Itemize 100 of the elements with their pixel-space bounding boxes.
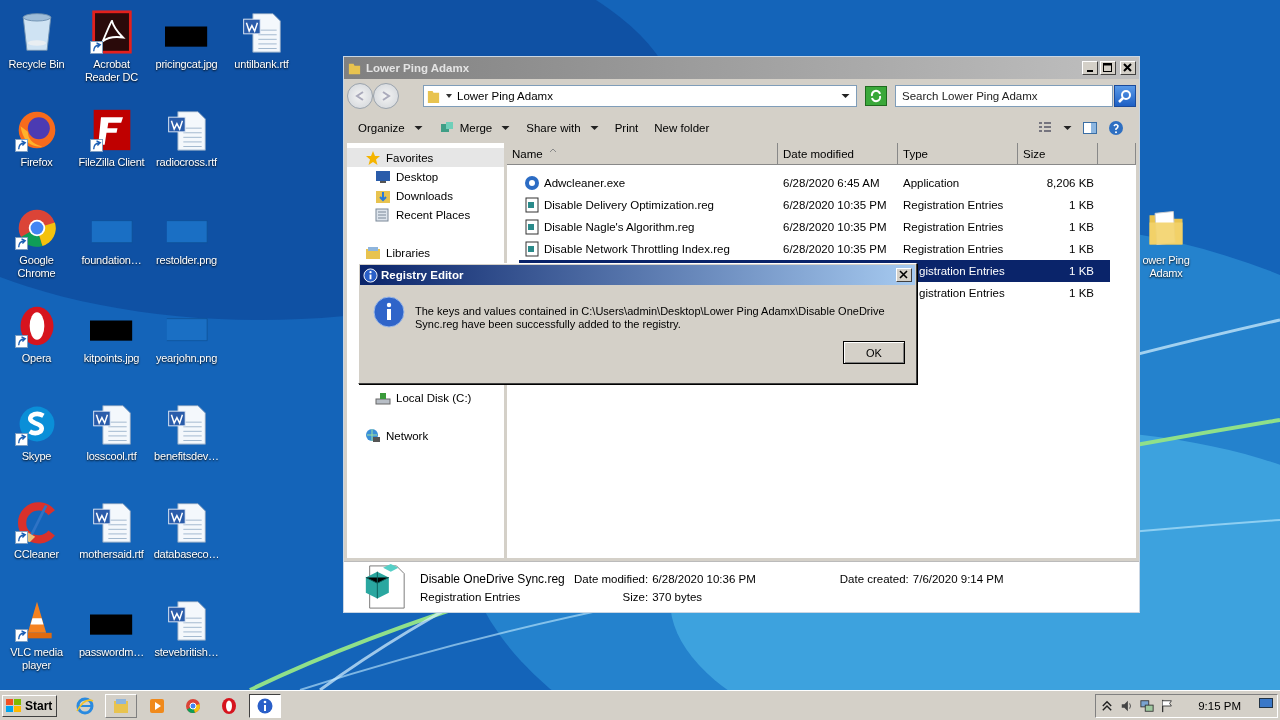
ok-button[interactable]: OK xyxy=(843,341,905,364)
toolbar-button[interactable]: Organize xyxy=(351,119,430,137)
refresh-icon xyxy=(869,89,884,103)
app-icon[interactable] xyxy=(89,10,134,54)
windows-logo-icon xyxy=(5,697,23,714)
caret-icon xyxy=(413,125,423,131)
icon-label: passwordm… xyxy=(78,646,145,659)
icon-label: pricingcat.jpg xyxy=(155,58,218,71)
app-icon xyxy=(524,175,540,191)
close-button[interactable] xyxy=(896,268,912,282)
toolbar-button[interactable]: Share with xyxy=(519,119,606,137)
close-icon xyxy=(899,270,909,280)
monitor-icon xyxy=(1259,698,1273,710)
icon-label: ower Ping Adamx xyxy=(1142,254,1190,280)
file-name: Disable Network Throttling Index.reg xyxy=(544,243,730,255)
search-icon xyxy=(1118,89,1133,103)
window-title: Registry Editor xyxy=(381,269,465,281)
column-header xyxy=(1098,143,1136,165)
toolbar-button[interactable]: New folder xyxy=(647,119,717,137)
file-row[interactable]: Adwcleaner.exe 6/28/2020 6:45 AM Application 8,206 KB xyxy=(519,172,1110,194)
icon-label: restolder.png xyxy=(156,254,217,267)
monitor-icon xyxy=(375,168,391,185)
preview-pane-icon[interactable] xyxy=(1082,120,1098,136)
icon-label: CCleaner xyxy=(14,548,59,561)
detail-value: 7/6/2020 9:14 PM xyxy=(912,572,1004,585)
registry-file-icon xyxy=(524,219,540,235)
library-icon xyxy=(365,244,381,261)
chrome-icon xyxy=(184,696,203,715)
taskbar-button[interactable] xyxy=(249,693,282,718)
icon-label: losscool.rtf xyxy=(86,450,137,463)
nav-item[interactable]: Network xyxy=(347,426,504,445)
help-icon[interactable] xyxy=(1108,120,1124,136)
icon-label: Opera xyxy=(21,352,52,365)
table-cell: gistration Entries xyxy=(919,287,1005,299)
caret-icon[interactable] xyxy=(1063,125,1072,131)
icon-label: stevebritish… xyxy=(154,646,219,659)
toolbar-button[interactable]: Print xyxy=(607,119,646,137)
search-field[interactable]: Search Lower Ping Adamx xyxy=(895,85,1114,107)
registry-file-icon xyxy=(524,197,540,213)
chevron-up-icon[interactable] xyxy=(1100,698,1115,713)
nav-item[interactable]: Recent Places xyxy=(347,205,504,224)
table-cell: Registration Entries xyxy=(903,243,1004,255)
registry-file-icon xyxy=(524,241,540,257)
nav-item[interactable]: Libraries xyxy=(347,243,504,262)
file-row[interactable]: Disable Nagle's Algorithm.reg 6/28/2020 10:35 PM Registration Entries 1 KB xyxy=(519,216,1110,238)
close-icon xyxy=(1123,63,1133,73)
icon-label: Firefox xyxy=(20,156,53,169)
file-type: Registration Entries xyxy=(420,590,522,603)
icon-label: VLC media player xyxy=(9,646,64,672)
nav-item[interactable]: Downloads xyxy=(347,186,504,205)
table-cell: gistration Entries xyxy=(919,265,1005,277)
nav-item[interactable]: Local Disk (C:) xyxy=(347,388,504,407)
sort-caret-icon xyxy=(548,148,557,153)
start-button[interactable]: Start xyxy=(2,694,58,717)
file-row[interactable]: Disable Network Throttling Index.reg 6/28/2020 10:35 PM Registration Entries 1 KB xyxy=(519,238,1110,260)
table-cell: 1 KB xyxy=(1069,243,1094,255)
dropdown-icon[interactable] xyxy=(841,93,851,99)
column-header[interactable]: Name xyxy=(507,143,778,165)
file-name: Disable Nagle's Algorithm.reg xyxy=(544,221,695,233)
table-cell: 1 KB xyxy=(1069,265,1094,277)
table-cell: 1 KB xyxy=(1069,287,1094,299)
detail-value: 370 bytes xyxy=(652,590,704,603)
table-cell: 1 KB xyxy=(1069,199,1094,211)
caret-icon xyxy=(589,125,599,131)
detail-label: Size: xyxy=(621,590,649,603)
folder-icon xyxy=(112,696,131,715)
table-cell: Registration Entries xyxy=(903,221,1004,233)
refresh-button[interactable] xyxy=(865,86,887,106)
table-cell: 6/28/2020 10:35 PM xyxy=(783,243,887,255)
search-button[interactable] xyxy=(1114,85,1136,107)
info-icon xyxy=(363,267,378,283)
column-header[interactable]: Date modified xyxy=(778,143,898,165)
opera-icon xyxy=(220,696,239,715)
icon-label: Google Chrome xyxy=(16,254,57,280)
recent-places-icon xyxy=(375,206,391,223)
caret-icon xyxy=(446,93,452,99)
column-header[interactable]: Type xyxy=(898,143,1018,165)
file-name: Adwcleaner.exe xyxy=(544,177,626,189)
table-cell: 6/28/2020 10:35 PM xyxy=(783,221,887,233)
detail-label: Date created: xyxy=(838,572,909,585)
icon-label: yearjohn.png xyxy=(155,352,218,365)
network-icon[interactable] xyxy=(1140,698,1155,713)
icon-label: Skype xyxy=(21,450,52,463)
detail-label: Date modified: xyxy=(574,572,649,585)
window-title: Lower Ping Adamx xyxy=(366,62,471,74)
icon-label: untilbank.rtf xyxy=(234,58,289,71)
detail-value: 6/28/2020 10:36 PM xyxy=(652,572,756,585)
folder-icon xyxy=(426,88,441,104)
table-cell: 6/28/2020 6:45 AM xyxy=(783,177,880,189)
info-icon xyxy=(373,296,405,328)
caret-icon xyxy=(501,125,511,131)
nav-item[interactable]: Desktop xyxy=(347,167,504,186)
toolbar-button[interactable]: Merge xyxy=(431,117,518,139)
flag-icon[interactable] xyxy=(1160,698,1175,713)
address-bar[interactable]: Lower Ping Adamx xyxy=(423,85,858,107)
column-header[interactable]: Size xyxy=(1018,143,1098,165)
icon-label: benefitsdev… xyxy=(154,450,219,463)
icon-label: radiocross.rtf xyxy=(156,156,217,169)
nav-item[interactable]: Favorites xyxy=(347,148,504,167)
file-row[interactable]: Disable Delivery Optimization.reg 6/28/2020 10:35 PM Registration Entries 1 KB xyxy=(519,194,1110,216)
